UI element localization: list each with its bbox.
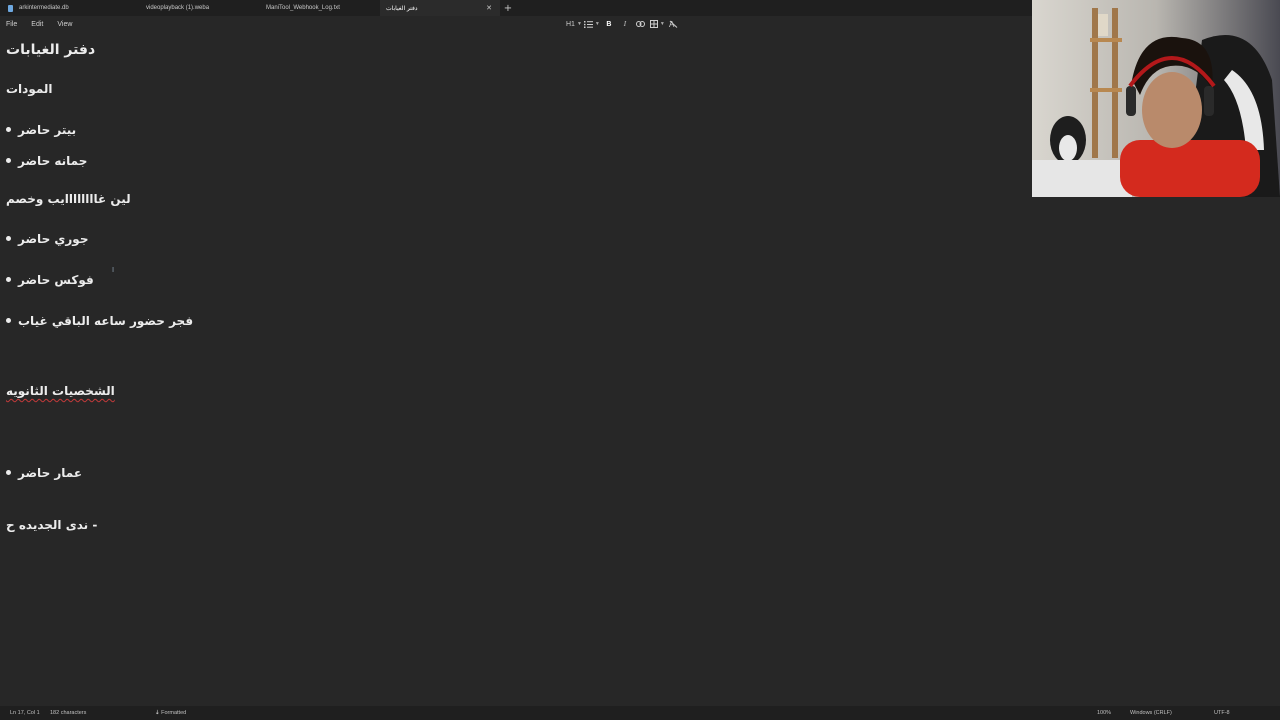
list-dropdown[interactable]: ▼ <box>583 17 600 31</box>
zoom-level[interactable]: 100% <box>1097 710 1111 716</box>
bullet-icon <box>6 158 11 163</box>
webcam-image <box>1032 0 1280 197</box>
tab-label: دفتر الغيابات <box>386 5 418 12</box>
tab-absence-notebook[interactable]: دفتر الغيابات ✕ <box>380 0 500 16</box>
bullet-icon <box>6 470 11 475</box>
link-button[interactable] <box>634 17 648 31</box>
file-icon <box>8 4 13 12</box>
link-icon <box>636 21 646 27</box>
chevron-down-icon: ▼ <box>594 21 600 27</box>
heading-dropdown[interactable]: H1 ▼ <box>566 17 582 31</box>
list-item-text: فوكس حاضر <box>18 273 94 287</box>
markdown-icon: ⇣ <box>155 710 160 716</box>
format-mode[interactable]: ⇣ Formatted <box>155 710 186 716</box>
format-toolbar: H1 ▼ ▼ B I ▼ A <box>566 16 683 32</box>
status-bar: Ln 17, Col 1 182 characters ⇣ Formatted … <box>0 706 1280 720</box>
list-icon <box>583 20 593 28</box>
tab-arkintermediate[interactable]: arkintermediate.db <box>0 0 140 16</box>
tab-videoplayback[interactable]: videoplayback (1).weba <box>140 0 260 16</box>
tab-webhook-log[interactable]: ManiTool_Webhook_Log.txt <box>260 0 380 16</box>
webcam-overlay <box>1032 0 1280 197</box>
bullet-icon <box>6 236 11 241</box>
bullet-icon <box>6 277 11 282</box>
bullet-icon <box>6 127 11 132</box>
tab-label: arkintermediate.db <box>19 5 69 11</box>
text-cursor-icon: I <box>112 266 115 274</box>
encoding[interactable]: UTF-8 <box>1214 710 1230 716</box>
list-item: فجر حضور ساعه الباقي غياب <box>6 314 193 328</box>
section-heading-text: الشخصيات الثانويه <box>6 384 115 398</box>
plus-icon: + <box>503 2 513 14</box>
list-item-text: فجر حضور ساعه الباقي غياب <box>18 314 194 328</box>
doc-title: دفتر الغيابات <box>6 42 96 58</box>
list-item: جوري حاضر <box>6 232 88 246</box>
close-tab-icon[interactable]: ✕ <box>486 4 492 12</box>
clear-formatting-icon: A <box>669 20 678 28</box>
editor-area[interactable]: دفتر الغيابات المودات بيتر حاضر جمانه حا… <box>0 32 1030 702</box>
list-item-text: بيتر حاضر <box>18 123 77 137</box>
list-item-text: جوري حاضر <box>18 232 89 246</box>
cursor-position[interactable]: Ln 17, Col 1 <box>10 710 40 716</box>
menu-file[interactable]: File <box>0 21 24 28</box>
italic-button[interactable]: I <box>618 17 632 31</box>
list-item: عمار حاضر <box>6 466 82 480</box>
text-line: ندى الجديده ح - <box>6 518 98 532</box>
new-tab-button[interactable]: + <box>500 0 516 16</box>
table-dropdown[interactable]: ▼ <box>649 17 665 31</box>
list-item: فوكس حاضر <box>6 273 94 287</box>
section-heading-mods: المودات <box>6 82 53 96</box>
heading-label: H1 <box>566 20 575 28</box>
format-mode-label: Formatted <box>161 710 187 716</box>
list-item-text: جمانه حاضر <box>18 154 88 168</box>
bold-button[interactable]: B <box>602 17 616 31</box>
bullet-icon <box>6 318 11 323</box>
menu-view[interactable]: View <box>50 21 79 28</box>
line-ending[interactable]: Windows (CRLF) <box>1130 710 1172 716</box>
table-icon <box>649 20 658 28</box>
tab-label: videoplayback (1).weba <box>146 5 210 11</box>
notepad-app: arkintermediate.db videoplayback (1).web… <box>0 0 1280 720</box>
list-item-text: عمار حاضر <box>18 466 83 480</box>
character-count: 182 characters <box>50 710 87 716</box>
clear-format-button[interactable]: A <box>667 17 681 31</box>
list-item: بيتر حاضر <box>6 123 76 137</box>
text-line: لين غاااااااايب وخصم <box>6 192 131 206</box>
tab-label: ManiTool_Webhook_Log.txt <box>266 5 340 11</box>
list-item: جمانه حاضر <box>6 154 87 168</box>
chevron-down-icon: ▼ <box>659 21 665 27</box>
chevron-down-icon: ▼ <box>576 21 582 27</box>
menu-edit[interactable]: Edit <box>24 21 50 28</box>
section-heading-secondary: الشخصيات الثانويه <box>6 384 115 398</box>
